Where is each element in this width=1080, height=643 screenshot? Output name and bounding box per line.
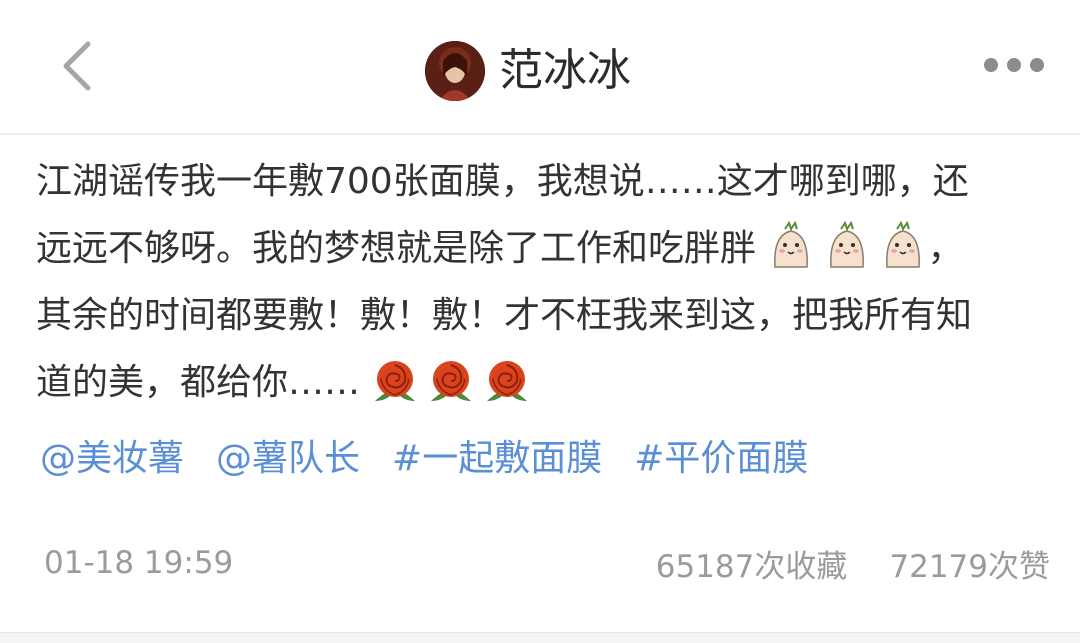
likes-count: 72179次赞 [889, 548, 1050, 585]
post-text: 道的美，都给你…… [36, 362, 361, 403]
tag-list: @美妆薯 @薯队长 #一起敷面膜 #平价面膜 [40, 425, 808, 485]
post-meta: 01-18 19:59 65187次收藏 72179次赞 [44, 538, 1050, 588]
post-text: ， [927, 228, 964, 269]
post-body: 江湖谣传我一年敷700张面膜，我想说……这才哪到哪，还 远远不够呀。我的梦想就是… [36, 148, 1046, 416]
cute-face-emoji-icon [774, 221, 809, 268]
cute-face-emoji-icon [830, 221, 865, 268]
author-name[interactable]: 范冰冰 [499, 41, 631, 101]
hashtag-link[interactable]: #平价面膜 [634, 429, 808, 481]
section-divider [0, 632, 1080, 643]
top-bar: 范冰冰 [0, 0, 1080, 135]
mention-link[interactable]: @薯队长 [216, 429, 360, 481]
author-info[interactable]: 范冰冰 [425, 40, 631, 102]
post-line: 江湖谣传我一年敷700张面膜，我想说……这才哪到哪，还 [36, 161, 969, 202]
emoji-group [756, 221, 927, 269]
chevron-left-icon [63, 41, 91, 91]
more-options-button[interactable] [984, 52, 1044, 78]
rose-emoji-icon [431, 361, 472, 401]
back-button[interactable] [54, 40, 104, 92]
more-dot-icon [1007, 58, 1021, 72]
post-text: 远远不够呀。我的梦想就是除了工作和吃胖胖 [36, 228, 757, 269]
post-line: 其余的时间都要敷！敷！敷！才不枉我来到这，把我所有知 [36, 295, 973, 336]
mention-link[interactable]: @美妆薯 [40, 429, 184, 481]
cute-face-emoji-icon [886, 221, 921, 268]
hashtag-link[interactable]: #一起敷面膜 [392, 429, 602, 481]
post-line: 道的美，都给你…… [36, 349, 1046, 416]
post-line: 远远不够呀。我的梦想就是除了工作和吃胖胖 ， [36, 215, 1046, 282]
post-timestamp: 01-18 19:59 [44, 545, 234, 581]
favorites-count: 65187次收藏 [655, 548, 848, 585]
emoji-group [360, 361, 531, 403]
more-dot-icon [984, 58, 998, 72]
rose-emoji-icon [487, 361, 528, 401]
avatar[interactable] [425, 41, 485, 101]
more-dot-icon [1030, 58, 1044, 72]
rose-emoji-icon [375, 361, 416, 401]
